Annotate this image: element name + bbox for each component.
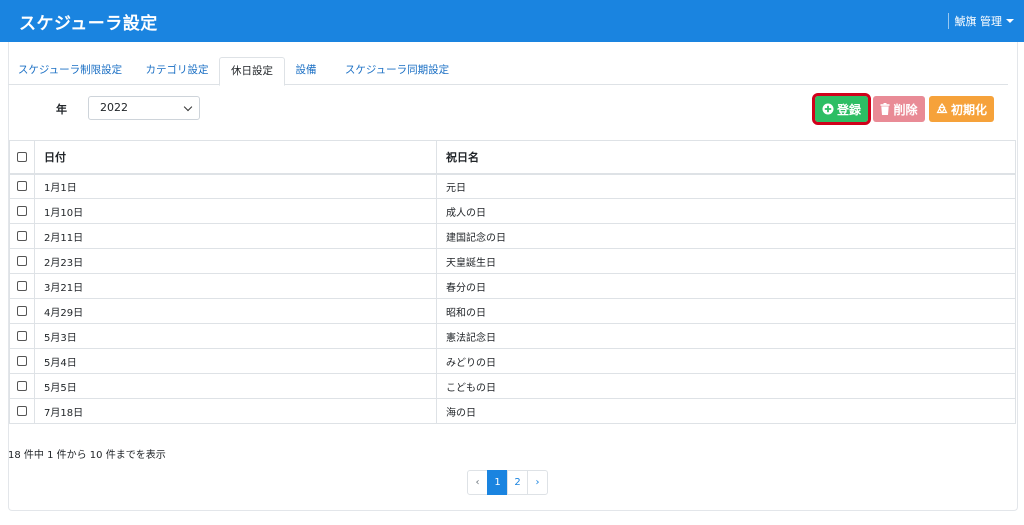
year-select[interactable]: 2022 [88, 96, 200, 120]
row-checkbox[interactable] [17, 305, 27, 316]
column-header-date[interactable]: 日付 [34, 140, 437, 175]
row-checkbox[interactable] [17, 405, 27, 416]
row-checkbox-cell [9, 248, 35, 274]
table-row[interactable]: 1月10日 成人の日 [9, 198, 1016, 224]
row-holiday-name: みどりの日 [436, 348, 1016, 374]
row-holiday-name: 春分の日 [436, 273, 1016, 299]
row-checkbox[interactable] [17, 355, 27, 366]
row-checkbox-cell [9, 198, 35, 224]
reset-button-label: 初期化 [950, 102, 987, 117]
holiday-table: 日付 祝日名 1月1日 元日 1月10日 成人の日 2月11日 建国記念の日 2月23日 天皇… [9, 140, 1016, 424]
trash-icon [880, 103, 890, 115]
row-checkbox-cell [9, 298, 35, 324]
tab-scheduler-limit[interactable]: スケジューラ制限設定 [8, 57, 132, 83]
row-holiday-name: 昭和の日 [436, 298, 1016, 324]
row-checkbox[interactable] [17, 280, 27, 291]
delete-button[interactable]: 削除 [873, 96, 925, 122]
chevron-down-icon [183, 102, 193, 112]
table-row[interactable]: 4月29日 昭和の日 [9, 298, 1016, 324]
plus-circle-icon [822, 103, 834, 115]
row-date: 5月4日 [34, 348, 437, 374]
row-checkbox[interactable] [17, 330, 27, 341]
tab-scheduler-sync[interactable]: スケジューラ同期設定 [335, 57, 459, 83]
caret-down-icon [1006, 19, 1014, 23]
row-date: 7月18日 [34, 398, 437, 424]
row-checkbox-cell [9, 173, 35, 199]
pagination: ‹ 1 2 › [467, 470, 548, 495]
app-title: スケジューラ設定 [19, 14, 158, 34]
row-date: 4月29日 [34, 298, 437, 324]
table-row[interactable]: 3月21日 春分の日 [9, 273, 1016, 299]
page-2-button[interactable]: 2 [507, 470, 528, 495]
table-row[interactable]: 2月11日 建国記念の日 [9, 223, 1016, 249]
page-1-button[interactable]: 1 [487, 470, 508, 495]
register-button-label: 登録 [836, 102, 861, 117]
row-holiday-name: 成人の日 [436, 198, 1016, 224]
prev-page-button[interactable]: ‹ [467, 470, 488, 495]
row-checkbox-cell [9, 273, 35, 299]
row-date: 2月11日 [34, 223, 437, 249]
row-holiday-name: こどもの日 [436, 373, 1016, 399]
row-holiday-name: 建国記念の日 [436, 223, 1016, 249]
row-date: 3月21日 [34, 273, 437, 299]
row-date: 5月3日 [34, 323, 437, 349]
row-checkbox[interactable] [17, 205, 27, 216]
year-select-value: 2022 [100, 101, 128, 114]
row-checkbox[interactable] [17, 380, 27, 391]
row-date: 5月5日 [34, 373, 437, 399]
settings-tabs: スケジューラ制限設定 カテゴリ設定 休日設定 設備 スケジューラ同期設定 [8, 57, 1008, 86]
row-checkbox-cell [9, 398, 35, 424]
table-header-row: 日付 祝日名 [9, 140, 1016, 175]
row-checkbox-cell [9, 373, 35, 399]
tab-holiday[interactable]: 休日設定 [219, 57, 285, 86]
row-checkbox[interactable] [17, 180, 27, 191]
app-header: スケジューラ設定 鯱旗 管理 [0, 0, 1024, 42]
recycle-icon [936, 103, 948, 114]
next-page-button[interactable]: › [527, 470, 548, 495]
row-checkbox-cell [9, 348, 35, 374]
row-holiday-name: 天皇誕生日 [436, 248, 1016, 274]
row-date: 1月10日 [34, 198, 437, 224]
select-all-checkbox[interactable] [17, 152, 27, 163]
user-menu[interactable]: 鯱旗 管理 [947, 13, 1014, 29]
tab-category[interactable]: カテゴリ設定 [135, 57, 219, 83]
row-checkbox-cell [9, 323, 35, 349]
row-checkbox[interactable] [17, 230, 27, 241]
table-row[interactable]: 2月23日 天皇誕生日 [9, 248, 1016, 274]
user-name: 鯱旗 管理 [954, 15, 1003, 28]
table-row[interactable]: 5月5日 こどもの日 [9, 373, 1016, 399]
row-holiday-name: 元日 [436, 173, 1016, 199]
record-summary: 18 件中 1 件から 10 件までを表示 [8, 450, 166, 461]
select-all-cell [9, 140, 35, 175]
tab-equipment[interactable]: 設備 [288, 57, 324, 83]
row-checkbox-cell [9, 223, 35, 249]
table-row[interactable]: 1月1日 元日 [9, 173, 1016, 199]
column-header-holiday-name[interactable]: 祝日名 [436, 140, 1016, 175]
year-label: 年 [56, 103, 67, 116]
register-button[interactable]: 登録 [812, 93, 871, 125]
table-row[interactable]: 5月3日 憲法記念日 [9, 323, 1016, 349]
row-holiday-name: 海の日 [436, 398, 1016, 424]
row-date: 1月1日 [34, 173, 437, 199]
reset-button[interactable]: 初期化 [929, 96, 994, 122]
table-row[interactable]: 5月4日 みどりの日 [9, 348, 1016, 374]
delete-button-label: 削除 [893, 102, 918, 117]
row-date: 2月23日 [34, 248, 437, 274]
row-holiday-name: 憲法記念日 [436, 323, 1016, 349]
table-row[interactable]: 7月18日 海の日 [9, 398, 1016, 424]
row-checkbox[interactable] [17, 255, 27, 266]
